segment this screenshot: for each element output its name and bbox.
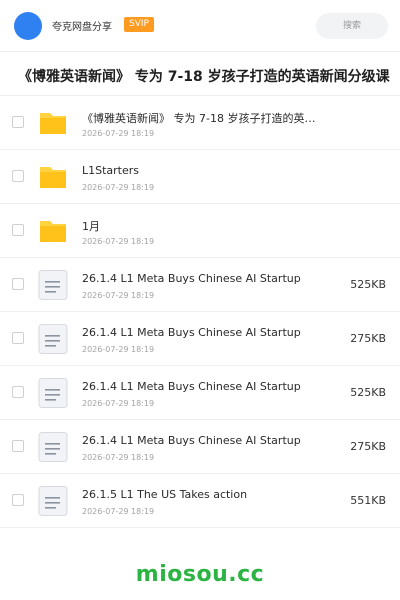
document-icon [38,378,68,408]
file-name: L1Starters [82,164,140,177]
avatar[interactable] [14,12,42,40]
top-bar: 夸克网盘分享 SVIP 搜索 [0,0,400,52]
select-checkbox[interactable] [12,494,24,506]
document-icon [38,324,68,354]
page-title: 《博雅英语新闻》 专为 7-18 岁孩子打造的英语新闻分级课 [18,69,390,85]
folder-icon [38,162,68,192]
document-icon [38,486,68,516]
file-size: 275KB [350,440,386,453]
select-checkbox[interactable] [12,170,24,182]
file-name: 26.1.5 L1 The US Takes action [82,488,248,501]
folder-icon [38,108,68,138]
watermark: miosou.cc [135,562,265,587]
svip-badge: SVIP [124,17,154,32]
file-name: 26.1.4 L1 Meta Buys Chinese AI Startup [82,434,301,447]
file-date: 2026-07-29 18:19 [82,345,155,354]
file-date: 2026-07-29 18:19 [82,507,155,516]
list-item[interactable]: 《博雅英语新闻》 专为 7-18 岁孩子打造的英语新闻分级课 2026-07-2… [0,96,400,150]
select-checkbox[interactable] [12,116,24,128]
file-size: 525KB [350,386,386,399]
file-name: 26.1.4 L1 Meta Buys Chinese AI Startup [82,380,301,393]
document-icon [38,432,68,462]
file-date: 2026-07-29 18:19 [82,399,155,408]
file-list: 《博雅英语新闻》 专为 7-18 岁孩子打造的英语新闻分级课 2026-07-2… [0,95,400,528]
file-name: 26.1.4 L1 Meta Buys Chinese AI Startup [82,326,301,339]
select-checkbox[interactable] [12,332,24,344]
folder-icon [38,216,68,246]
select-checkbox[interactable] [12,278,24,290]
file-name: 1月 [82,220,100,233]
file-date: 2026-07-29 18:19 [82,291,155,300]
search-input[interactable]: 搜索 [316,13,388,39]
list-item[interactable]: 26.1.4 L1 Meta Buys Chinese AI Startup 2… [0,312,400,366]
list-item[interactable]: 26.1.4 L1 Meta Buys Chinese AI Startup 2… [0,258,400,312]
file-size: 275KB [350,332,386,345]
list-item[interactable]: 1月 2026-07-29 18:19 [0,204,400,258]
select-checkbox[interactable] [12,386,24,398]
site-name: 夸克网盘分享 [52,22,112,33]
file-size: 525KB [350,278,386,291]
list-item[interactable]: 26.1.4 L1 Meta Buys Chinese AI Startup 2… [0,366,400,420]
list-item[interactable]: L1Starters 2026-07-29 18:19 [0,150,400,204]
select-checkbox[interactable] [12,440,24,452]
file-date: 2026-07-29 18:19 [82,183,155,192]
list-item[interactable]: 26.1.5 L1 The US Takes action 2026-07-29… [0,474,400,528]
file-date: 2026-07-29 18:19 [82,129,155,138]
file-date: 2026-07-29 18:19 [82,237,155,246]
list-item[interactable]: 26.1.4 L1 Meta Buys Chinese AI Startup 2… [0,420,400,474]
file-name: 《博雅英语新闻》 专为 7-18 岁孩子打造的英语新闻分级课 [82,112,326,125]
select-checkbox[interactable] [12,224,24,236]
document-icon [38,270,68,300]
file-name: 26.1.4 L1 Meta Buys Chinese AI Startup [82,272,301,285]
file-size: 551KB [350,494,386,507]
file-date: 2026-07-29 18:19 [82,453,155,462]
